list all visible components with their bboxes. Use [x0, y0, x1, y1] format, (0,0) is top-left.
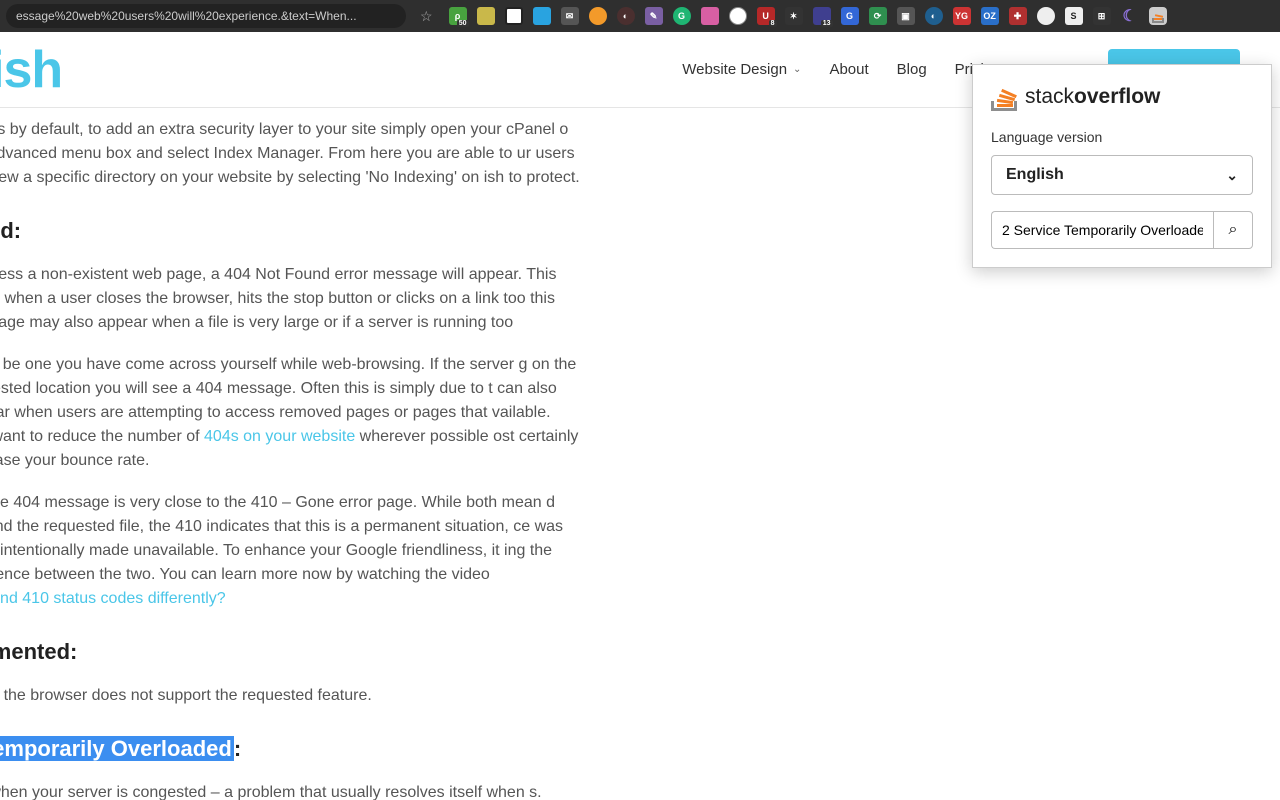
search-input[interactable]: [991, 211, 1213, 249]
ext-icon[interactable]: [729, 7, 747, 25]
ext-icon[interactable]: ✶: [785, 7, 803, 25]
paragraph: hat the 404 message is very close to the…: [0, 491, 580, 611]
highlighted-text: e Temporarily Overloaded: [0, 736, 234, 761]
stackoverflow-ext-icon[interactable]: [1149, 7, 1167, 25]
ext-icon[interactable]: ✚: [1009, 7, 1027, 25]
ext-icon[interactable]: S: [1065, 7, 1083, 25]
ext-icon[interactable]: ⟳: [869, 7, 887, 25]
url-text: essage%20web%20users%20will%20experience…: [16, 9, 357, 23]
nav-website-design[interactable]: Website Design ⌄: [682, 61, 801, 78]
ext-icon[interactable]: ▣: [897, 7, 915, 25]
ext-icon[interactable]: [505, 7, 523, 25]
stackoverflow-logo: stackoverflow: [991, 83, 1253, 111]
ext-icon[interactable]: [701, 7, 719, 25]
bookmark-star-icon[interactable]: ☆: [420, 8, 433, 25]
paragraph: clients by default, to add an extra secu…: [0, 118, 580, 190]
paragraph: rror when your server is congested – a p…: [0, 781, 580, 800]
ext-icon[interactable]: YG: [953, 7, 971, 25]
ext-icon[interactable]: ◐: [617, 7, 635, 25]
ext-icon[interactable]: ⊞: [1093, 7, 1111, 25]
ext-icon[interactable]: 13: [813, 7, 831, 25]
heading-404: ound:: [0, 214, 580, 247]
stackoverflow-popup: stackoverflow Language version English ⌄…: [972, 64, 1272, 268]
article-body: clients by default, to add an extra secu…: [0, 108, 580, 800]
nav-label: Website Design: [682, 61, 787, 78]
stackoverflow-wordmark: stackoverflow: [1025, 85, 1160, 109]
language-value: English: [1006, 166, 1064, 184]
language-select[interactable]: English ⌄: [991, 155, 1253, 195]
paragraph: s that the browser does not support the …: [0, 684, 580, 708]
ext-icon[interactable]: OZ: [981, 7, 999, 25]
ext-icon[interactable]: G: [841, 7, 859, 25]
ext-icon[interactable]: G: [673, 7, 691, 25]
search-icon: ⌕: [1229, 221, 1238, 239]
chevron-down-icon: ⌄: [793, 64, 801, 75]
paragraph: ely to be one you have come across yours…: [0, 353, 580, 473]
ext-icon[interactable]: ρ50: [449, 7, 467, 25]
ext-icon[interactable]: [589, 7, 607, 25]
search-row: ⌕: [991, 211, 1253, 249]
chevron-down-icon: ⌄: [1226, 167, 1238, 184]
language-label: Language version: [991, 129, 1253, 145]
link-404s[interactable]: 404s on your website: [204, 428, 355, 445]
paragraph: o access a non-existent web page, a 404 …: [0, 263, 580, 335]
heading-502: e Temporarily Overloaded:: [0, 732, 580, 765]
stackoverflow-icon: [991, 83, 1019, 111]
ext-icon[interactable]: ◐: [925, 7, 943, 25]
nav-blog[interactable]: Blog: [897, 61, 927, 78]
browser-toolbar: essage%20web%20users%20will%20experience…: [0, 0, 1280, 32]
ext-icon[interactable]: ✎: [645, 7, 663, 25]
ext-icon[interactable]: [1037, 7, 1055, 25]
nav-about[interactable]: About: [829, 61, 868, 78]
link-410[interactable]: 404 and 410 status codes differently?: [0, 590, 226, 607]
ext-icon[interactable]: U8: [757, 7, 775, 25]
ext-icon[interactable]: ✉: [561, 7, 579, 25]
extension-icons: ρ50 ✉ ◐ ✎ G U8 ✶ 13 G ⟳ ▣ ◐ YG OZ ✚ S ⊞ …: [449, 7, 1167, 25]
site-logo[interactable]: ish: [0, 40, 62, 100]
address-bar[interactable]: essage%20web%20users%20will%20experience…: [6, 4, 406, 28]
ext-icon[interactable]: [477, 7, 495, 25]
search-button[interactable]: ⌕: [1213, 211, 1253, 249]
heading-501: plemented:: [0, 635, 580, 668]
moon-icon[interactable]: ☾: [1121, 7, 1139, 25]
ext-icon[interactable]: [533, 7, 551, 25]
